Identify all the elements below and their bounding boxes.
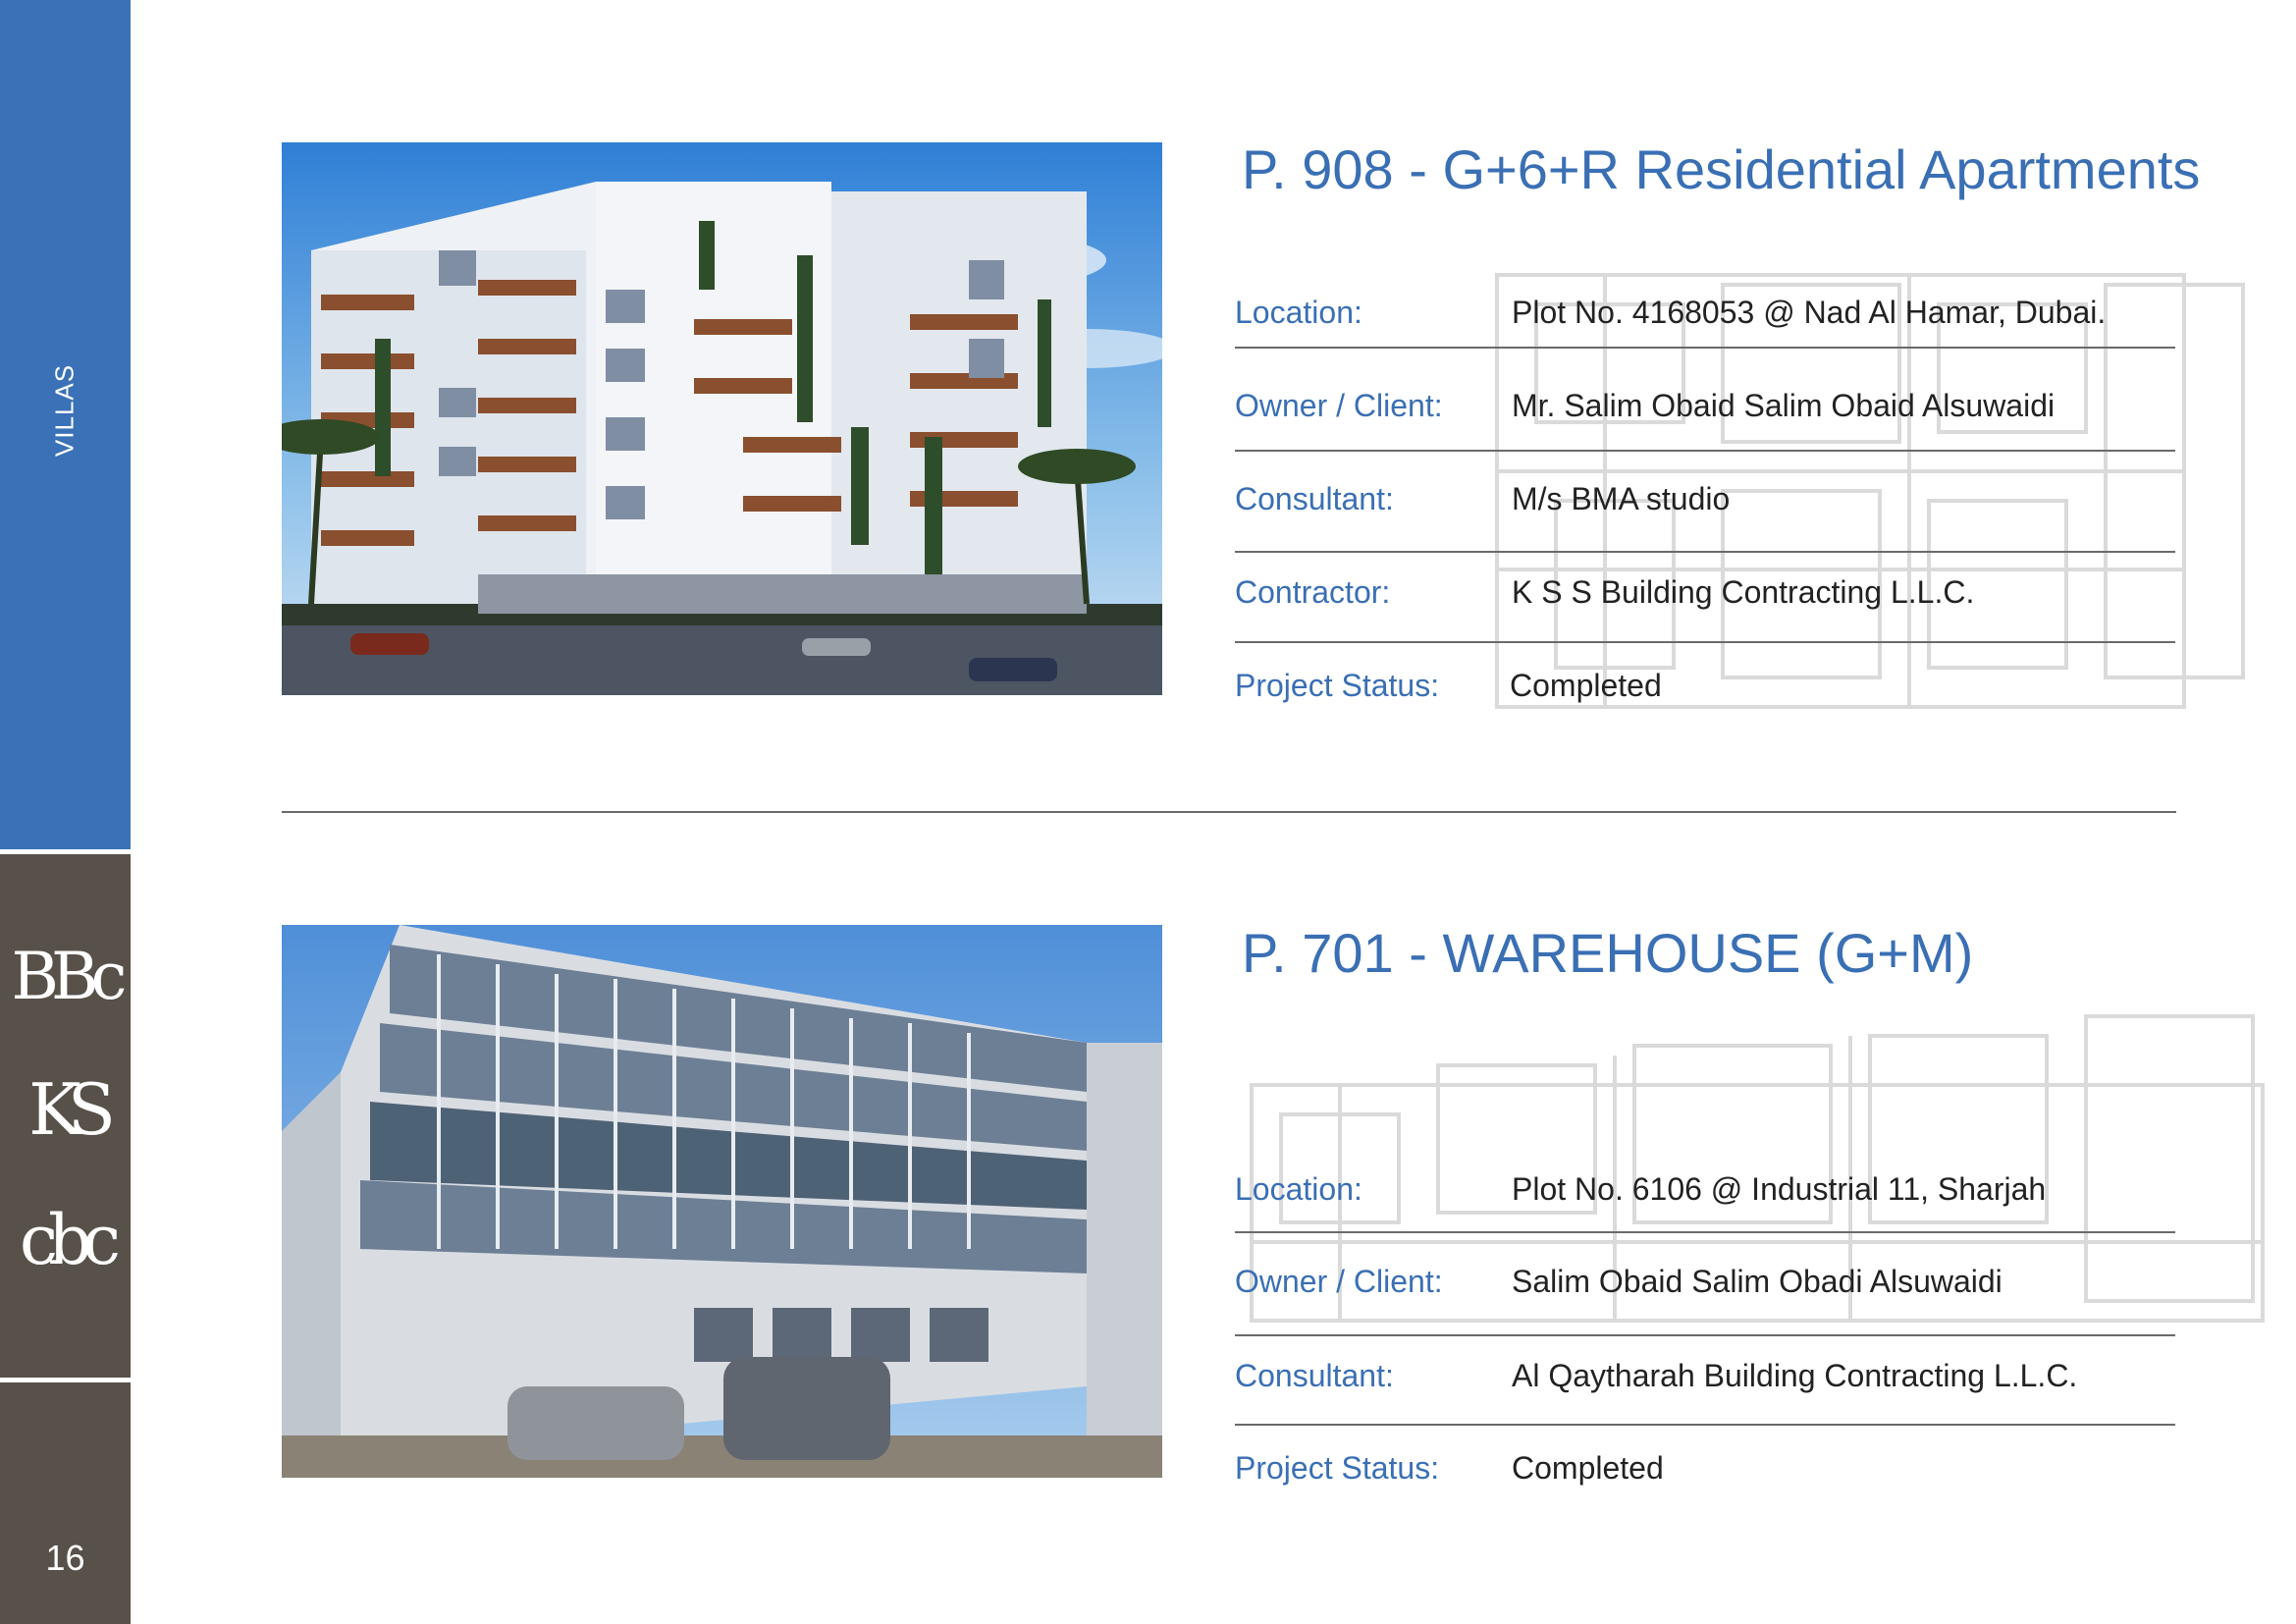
owner-row: Owner / Client: Mr. Salim Obaid Salim Ob… [1235, 388, 2175, 427]
project-divider [282, 811, 2176, 813]
status-value: Completed [1512, 1450, 1664, 1486]
row-divider [1235, 1424, 2175, 1426]
row-divider [1235, 1231, 2175, 1233]
status-row: Project Status: Completed [1235, 1450, 2175, 1489]
status-label: Project Status: [1235, 668, 1440, 703]
contractor-label: Contractor: [1235, 574, 1391, 610]
bbc-logo: BBc [11, 939, 128, 1014]
row-divider [1235, 450, 2175, 452]
location-row: Location: Plot No. 6106 @ Industrial 11,… [1235, 1171, 2175, 1211]
residential-building-photo [282, 142, 1162, 695]
owner-label: Owner / Client: [1235, 1264, 1443, 1299]
project-title: P. 701 - WAREHOUSE (G+M) [1242, 922, 1974, 984]
status-value: Completed [1510, 668, 1662, 703]
warehouse-photo [282, 925, 1162, 1478]
consultant-value: M/s BMA studio [1512, 481, 1731, 516]
consultant-label: Consultant: [1235, 1358, 1394, 1393]
ks-logo: KS [27, 1068, 116, 1151]
row-divider [1235, 1334, 2175, 1336]
owner-value: Salim Obaid Salim Obadi Alsuwaidi [1512, 1264, 2002, 1299]
status-row: Project Status: Completed [1235, 668, 2175, 707]
page-number: 16 [45, 1538, 85, 1578]
location-value: Plot No. 4168053 @ Nad Al Hamar, Dubai. [1512, 295, 2107, 330]
sidebar-footer [0, 1382, 131, 1624]
section-label: VILLAS [49, 363, 80, 458]
location-row: Location: Plot No. 4168053 @ Nad Al Hama… [1235, 295, 2175, 334]
project-title: P. 908 - G+6+R Residential Apartments [1242, 138, 2201, 200]
row-divider [1235, 347, 2175, 349]
contractor-row: Contractor: K S S Building Contracting L… [1235, 574, 2175, 614]
cbc-logo: cbc [19, 1200, 121, 1280]
owner-label: Owner / Client: [1235, 388, 1443, 423]
location-label: Location: [1235, 295, 1362, 330]
location-label: Location: [1235, 1171, 1362, 1207]
consultant-row: Consultant: Al Qaytharah Building Contra… [1235, 1358, 2175, 1397]
row-divider [1235, 551, 2175, 553]
location-value: Plot No. 6106 @ Industrial 11, Sharjah [1512, 1171, 2047, 1207]
status-label: Project Status: [1235, 1450, 1440, 1486]
owner-value: Mr. Salim Obaid Salim Obaid Alsuwaidi [1512, 388, 2056, 423]
consultant-label: Consultant: [1235, 481, 1394, 516]
consultant-value: Al Qaytharah Building Contracting L.L.C. [1512, 1358, 2078, 1393]
contractor-value: K S S Building Contracting L.L.C. [1512, 574, 1975, 610]
consultant-row: Consultant: M/s BMA studio [1235, 481, 2175, 520]
owner-row: Owner / Client: Salim Obaid Salim Obadi … [1235, 1264, 2175, 1303]
row-divider [1235, 641, 2175, 643]
